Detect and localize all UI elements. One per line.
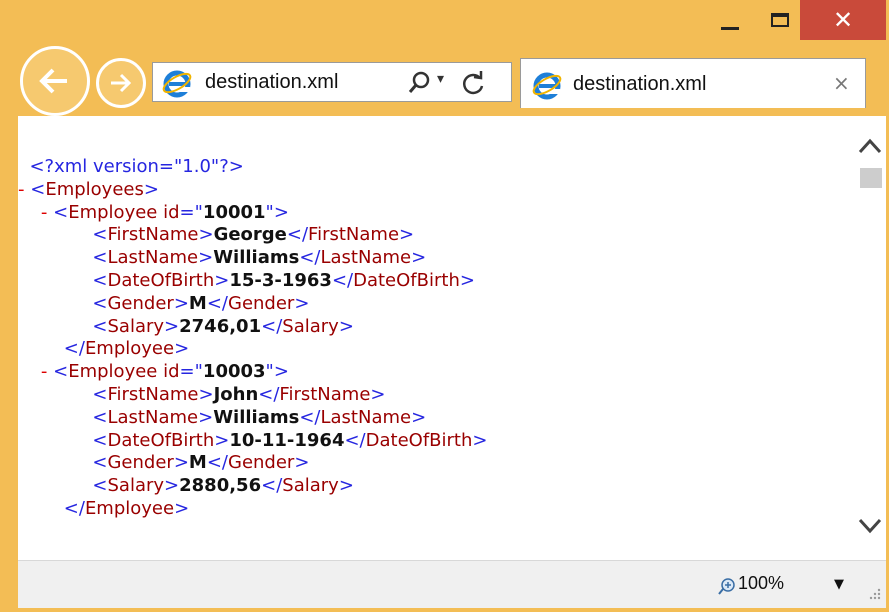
minimize-icon [721,26,739,30]
xml-element-line: <Gender>M</Gender> [92,292,310,314]
last-name-value: Williams [213,406,300,428]
xml-declaration: <?xml version="1.0"?> [29,156,244,177]
zoom-level[interactable]: 100% [738,573,784,594]
search-icon[interactable] [405,68,435,98]
xml-element-line: <LastName>Williams</LastName> [92,406,427,428]
refresh-icon[interactable] [459,69,487,97]
gender-value: M [188,452,207,474]
xml-element-line: <Salary>2880,56</Salary> [92,475,354,497]
employee-id: 10001 [202,201,266,223]
maximize-icon [771,13,789,27]
first-name-value: John [213,383,259,405]
salary-value: 2880,56 [179,475,262,497]
back-arrow-icon [39,68,67,94]
minimize-button[interactable] [700,0,760,40]
collapse-toggle[interactable]: - [41,202,48,225]
xml-element-line: <FirstName>John</FirstName> [92,383,386,405]
address-dropdown-icon[interactable]: ▾ [437,71,444,87]
employee-id: 10003 [202,361,266,383]
zoom-dropdown-icon[interactable]: ▼ [834,577,844,592]
root-tag-name: Employees [45,178,144,200]
salary-value: 2746,01 [179,315,262,337]
internet-explorer-icon [162,70,192,98]
navigation-bar: destination.xml ▾ destination.xml × [0,44,889,116]
forward-arrow-icon [111,73,132,93]
browser-window: ✕ destination.xml ▾ destination.xml × <?… [0,0,889,612]
employee-close: </Employee> [63,497,190,519]
last-name-value: Williams [213,247,300,269]
gender-value: M [188,292,207,314]
resize-grip-icon[interactable] [866,585,882,601]
first-name-value: George [213,224,287,246]
tab-title: destination.xml [573,73,707,95]
employee-open: - <Employee id="10003"> [40,361,289,384]
xml-element-line: <DateOfBirth>15-3-1963</DateOfBirth> [92,269,475,291]
xml-element-line: <Salary>2746,01</Salary> [92,315,354,337]
collapse-toggle[interactable]: - [41,361,48,384]
back-button[interactable] [20,46,90,116]
maximize-button[interactable] [760,0,800,40]
xml-root-open: - <Employees> [18,178,159,202]
forward-button[interactable] [96,58,146,108]
collapse-toggle[interactable]: - [18,179,25,202]
date-of-birth-value: 15-3-1963 [229,269,332,291]
xml-viewer: <?xml version="1.0"?> - <Employees> - <E… [18,116,886,560]
scroll-down-icon[interactable] [854,510,886,540]
xml-element-line: <Gender>M</Gender> [92,452,310,474]
xml-element-line: <DateOfBirth>10-11-1964</DateOfBirth> [92,429,488,451]
vertical-scrollbar[interactable] [854,116,886,560]
scrollbar-thumb[interactable] [860,168,882,188]
date-of-birth-value: 10-11-1964 [229,429,345,451]
xml-element-line: <FirstName>George</FirstName> [92,224,415,246]
zoom-icon [718,578,735,595]
xml-document: <?xml version="1.0"?> - <Employees> - <E… [18,156,854,521]
status-bar: 100% ▼ [18,560,886,608]
employee-close: </Employee> [63,338,190,360]
close-icon: ✕ [832,6,854,34]
title-bar: ✕ [0,0,889,48]
tab-destination-xml[interactable]: destination.xml × [520,58,866,108]
employee-open: - <Employee id="10001"> [40,201,289,225]
tab-close-button[interactable]: × [833,71,850,95]
close-window-button[interactable]: ✕ [800,0,886,40]
scroll-up-icon[interactable] [854,132,886,162]
internet-explorer-icon [532,72,562,100]
xml-element-line: <LastName>Williams</LastName> [92,247,427,269]
address-url[interactable]: destination.xml [205,71,338,94]
address-bar[interactable]: destination.xml ▾ [152,62,512,102]
